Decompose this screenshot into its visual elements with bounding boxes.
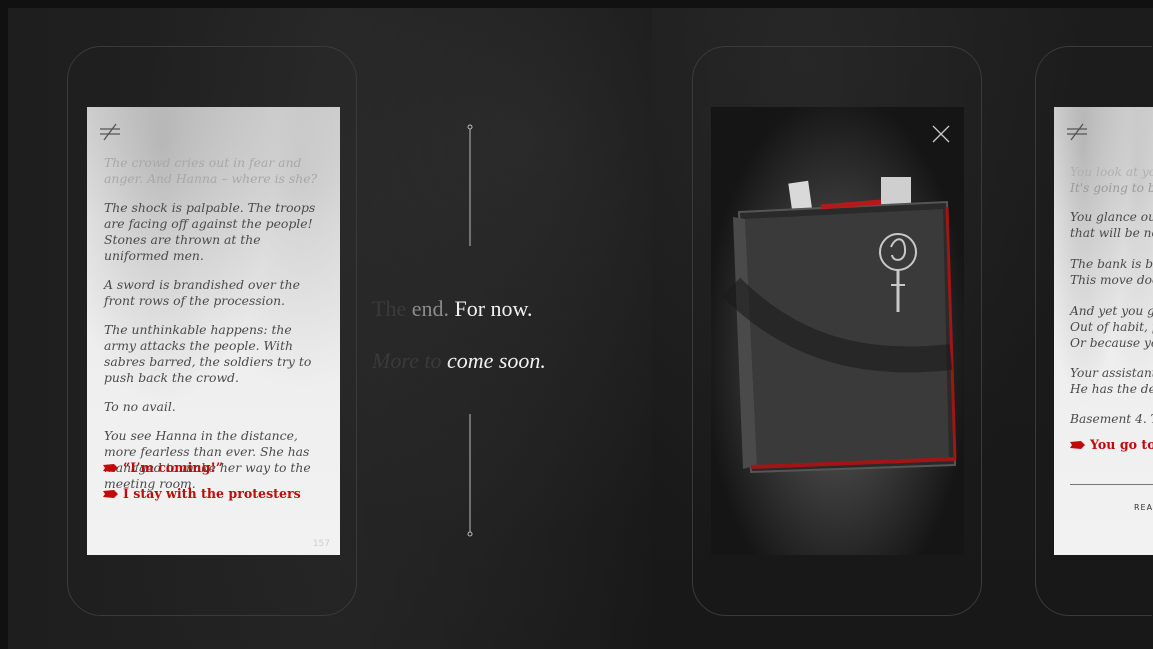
book-illustration	[721, 177, 957, 474]
page-number: 157	[312, 539, 330, 549]
come-soon: come soon.	[441, 348, 546, 373]
story-paragraph: The crowd cries out in fear and anger. A…	[104, 155, 318, 186]
peek-divider	[1070, 484, 1153, 485]
menu-icon[interactable]	[1066, 122, 1088, 144]
book-screen	[711, 107, 964, 555]
peek-line: Or because you'	[1070, 336, 1153, 350]
choice-icon	[103, 489, 118, 498]
close-icon[interactable]	[931, 124, 951, 144]
choice-label: You go to t	[1090, 437, 1153, 452]
end-word: end.	[406, 296, 449, 321]
end-faded: The	[372, 296, 407, 321]
end-message: The end. For now.	[372, 296, 533, 322]
story-screen: The crowd cries out in fear and anger. A…	[87, 107, 340, 555]
choice-coming[interactable]: “I’m coming!”	[103, 460, 223, 475]
story-paragraph: A sword is brandished over the front row…	[104, 277, 300, 308]
story-text: The crowd cries out in fear and anger. A…	[104, 155, 326, 505]
peek-line: You glance out t	[1070, 210, 1153, 224]
story-paragraph: To no avail.	[104, 399, 176, 414]
choice-stay[interactable]: I stay with the protesters	[103, 486, 301, 501]
story-paragraph: The shock is palpable. The troops are fa…	[104, 200, 316, 263]
divider-line-top	[467, 124, 473, 246]
peek-line: It's going to be a	[1070, 181, 1153, 195]
choice-label: I stay with the protesters	[123, 486, 301, 501]
for-now: For now.	[448, 296, 533, 321]
peek-line: Out of habit, pro	[1070, 320, 1153, 334]
peek-line: This move doesn	[1070, 273, 1153, 287]
coming-faded: More to	[372, 348, 442, 373]
peek-line: You look at your	[1070, 165, 1153, 179]
choice-label: “I’m coming!”	[123, 460, 224, 475]
peek-line: The bank is brisk	[1070, 257, 1153, 271]
choice-icon	[103, 463, 118, 472]
peek-line: that will be noth	[1070, 226, 1153, 240]
story-paragraph: The unthinkable happens: the army attack…	[104, 322, 312, 385]
peek-line: Your assistant is	[1070, 366, 1153, 380]
peek-line: And yet you get	[1070, 304, 1153, 318]
read-button[interactable]: REA	[1134, 503, 1153, 512]
divider-line-bottom	[467, 414, 473, 537]
menu-icon[interactable]	[99, 122, 121, 144]
peek-screen: You look at your It's going to be a You …	[1054, 107, 1153, 555]
choice-go[interactable]: You go to t	[1070, 437, 1153, 452]
peek-line: He has the detai	[1070, 382, 1153, 396]
choice-icon	[1070, 440, 1085, 449]
peek-line: Basement 4. Th	[1070, 412, 1153, 426]
coming-soon-message: More to come soon.	[372, 348, 546, 374]
